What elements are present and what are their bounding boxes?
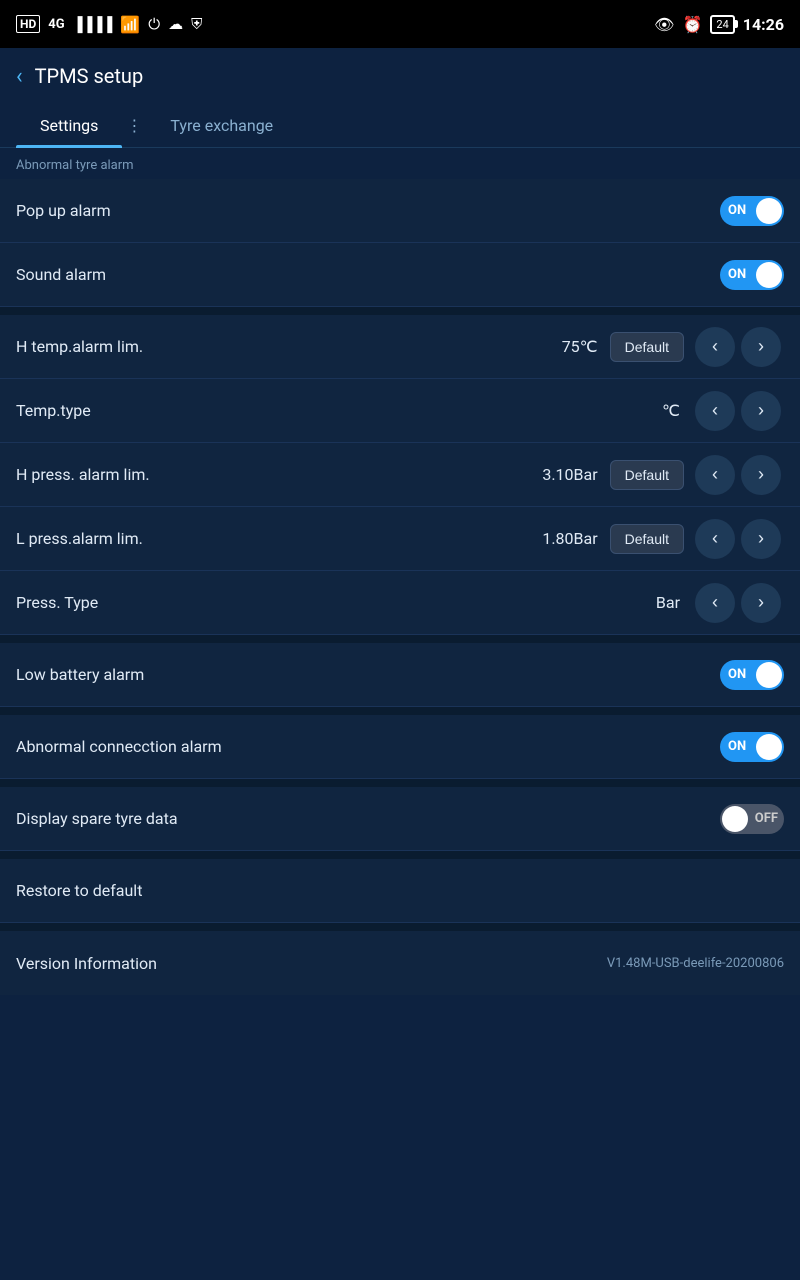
shield-icon: ⛨ <box>191 15 202 33</box>
press-type-decrement-button[interactable]: ‹ <box>695 583 735 623</box>
popup-alarm-row: Pop up alarm ON <box>0 179 800 243</box>
low-battery-alarm-label: Low battery alarm <box>16 665 720 684</box>
temp-type-value: ℃ <box>662 401 680 420</box>
temp-type-row: Temp.type ℃ ‹ › <box>0 379 800 443</box>
sound-alarm-label: Sound alarm <box>16 265 720 284</box>
press-type-label: Press. Type <box>16 593 656 612</box>
press-type-value: Bar <box>656 593 680 612</box>
sound-alarm-row: Sound alarm ON <box>0 243 800 307</box>
version-info-row: Version Information V1.48M-USB-deelife-2… <box>0 931 800 995</box>
separator-2 <box>0 635 800 643</box>
tab-tyre-exchange[interactable]: Tyre exchange <box>146 104 297 147</box>
sound-alarm-toggle-label: ON <box>728 267 746 282</box>
hd-icon: HD <box>16 15 40 33</box>
sound-alarm-thumb <box>756 262 782 288</box>
app-title: TPMS setup <box>35 64 144 88</box>
popup-alarm-label: Pop up alarm <box>16 201 720 220</box>
h-temp-alarm-value: 75℃ <box>562 337 598 356</box>
settings-content: Abnormal tyre alarm Pop up alarm ON Soun… <box>0 148 800 1279</box>
tabs-bar: Settings ⋮ Tyre exchange <box>0 104 800 148</box>
popup-alarm-track[interactable]: ON <box>720 196 784 226</box>
abnormal-connection-alarm-label: Abnormal connecction alarm <box>16 737 720 756</box>
display-spare-tyre-label: Display spare tyre data <box>16 809 720 828</box>
version-info-label: Version Information <box>16 954 607 973</box>
l-press-alarm-label: L press.alarm lim. <box>16 529 542 548</box>
l-press-alarm-value: 1.80Bar <box>542 529 597 548</box>
press-type-increment-button[interactable]: › <box>741 583 781 623</box>
popup-alarm-toggle-label: ON <box>728 203 746 218</box>
temp-type-decrement-button[interactable]: ‹ <box>695 391 735 431</box>
separator-6 <box>0 923 800 931</box>
restore-default-row[interactable]: Restore to default <box>0 859 800 923</box>
h-press-alarm-decrement-button[interactable]: ‹ <box>695 455 735 495</box>
abnormal-connection-alarm-track[interactable]: ON <box>720 732 784 762</box>
power-icon: ⏻ <box>148 15 160 33</box>
status-bar: HD 4G ▐▐▐▐ 📶 ⏻ ☁ ⛨ 👁 ⏰ 24 14:26 <box>0 0 800 48</box>
display-spare-tyre-thumb <box>722 806 748 832</box>
l-press-alarm-increment-button[interactable]: › <box>741 519 781 559</box>
display-spare-tyre-toggle-label: OFF <box>755 811 778 826</box>
restore-default-label: Restore to default <box>16 881 784 900</box>
h-temp-alarm-increment-button[interactable]: › <box>741 327 781 367</box>
cloud-icon: ☁ <box>168 15 183 33</box>
low-battery-alarm-toggle-label: ON <box>728 667 746 682</box>
low-battery-alarm-toggle[interactable]: ON <box>720 660 784 690</box>
h-press-alarm-row: H press. alarm lim. 3.10Bar Default ‹ › <box>0 443 800 507</box>
4g-icon: 4G <box>48 17 64 32</box>
h-press-alarm-increment-button[interactable]: › <box>741 455 781 495</box>
abnormal-connection-alarm-toggle[interactable]: ON <box>720 732 784 762</box>
h-temp-alarm-decrement-button[interactable]: ‹ <box>695 327 735 367</box>
battery-icon: 24 <box>710 15 734 34</box>
popup-alarm-toggle[interactable]: ON <box>720 196 784 226</box>
abnormal-connection-alarm-thumb <box>756 734 782 760</box>
l-press-alarm-decrement-button[interactable]: ‹ <box>695 519 735 559</box>
eye-icon: 👁 <box>654 15 674 34</box>
sound-alarm-track[interactable]: ON <box>720 260 784 290</box>
back-button[interactable]: ‹ <box>16 64 23 89</box>
h-temp-alarm-label: H temp.alarm lim. <box>16 337 562 356</box>
low-battery-alarm-row: Low battery alarm ON <box>0 643 800 707</box>
abnormal-connection-alarm-toggle-label: ON <box>728 739 746 754</box>
wifi-icon: 📶 <box>120 15 140 34</box>
separator-3 <box>0 707 800 715</box>
status-time: 14:26 <box>743 15 784 34</box>
alarm-icon: ⏰ <box>682 15 702 34</box>
display-spare-tyre-row: Display spare tyre data OFF <box>0 787 800 851</box>
app-header: ‹ TPMS setup <box>0 48 800 104</box>
low-battery-alarm-thumb <box>756 662 782 688</box>
h-temp-alarm-row: H temp.alarm lim. 75℃ Default ‹ › <box>0 315 800 379</box>
popup-alarm-thumb <box>756 198 782 224</box>
h-temp-alarm-default-button[interactable]: Default <box>610 332 684 362</box>
h-press-alarm-label: H press. alarm lim. <box>16 465 542 484</box>
temp-type-increment-button[interactable]: › <box>741 391 781 431</box>
display-spare-tyre-track[interactable]: OFF <box>720 804 784 834</box>
tab-more-icon: ⋮ <box>122 104 146 147</box>
sound-alarm-toggle[interactable]: ON <box>720 260 784 290</box>
l-press-alarm-row: L press.alarm lim. 1.80Bar Default ‹ › <box>0 507 800 571</box>
h-press-alarm-default-button[interactable]: Default <box>610 460 684 490</box>
temp-type-label: Temp.type <box>16 401 662 420</box>
status-right-icons: 👁 ⏰ 24 14:26 <box>654 15 784 34</box>
press-type-row: Press. Type Bar ‹ › <box>0 571 800 635</box>
abnormal-connection-alarm-row: Abnormal connecction alarm ON <box>0 715 800 779</box>
h-press-alarm-value: 3.10Bar <box>542 465 597 484</box>
version-info-value: V1.48M-USB-deelife-20200806 <box>607 956 784 971</box>
tab-settings[interactable]: Settings <box>16 104 122 147</box>
separator-5 <box>0 851 800 859</box>
l-press-alarm-default-button[interactable]: Default <box>610 524 684 554</box>
display-spare-tyre-toggle[interactable]: OFF <box>720 804 784 834</box>
separator-4 <box>0 779 800 787</box>
section-label-abnormal: Abnormal tyre alarm <box>0 148 800 179</box>
low-battery-alarm-track[interactable]: ON <box>720 660 784 690</box>
separator-1 <box>0 307 800 315</box>
signal-icon: ▐▐▐▐ <box>73 16 113 33</box>
status-left-icons: HD 4G ▐▐▐▐ 📶 ⏻ ☁ ⛨ <box>16 15 202 34</box>
